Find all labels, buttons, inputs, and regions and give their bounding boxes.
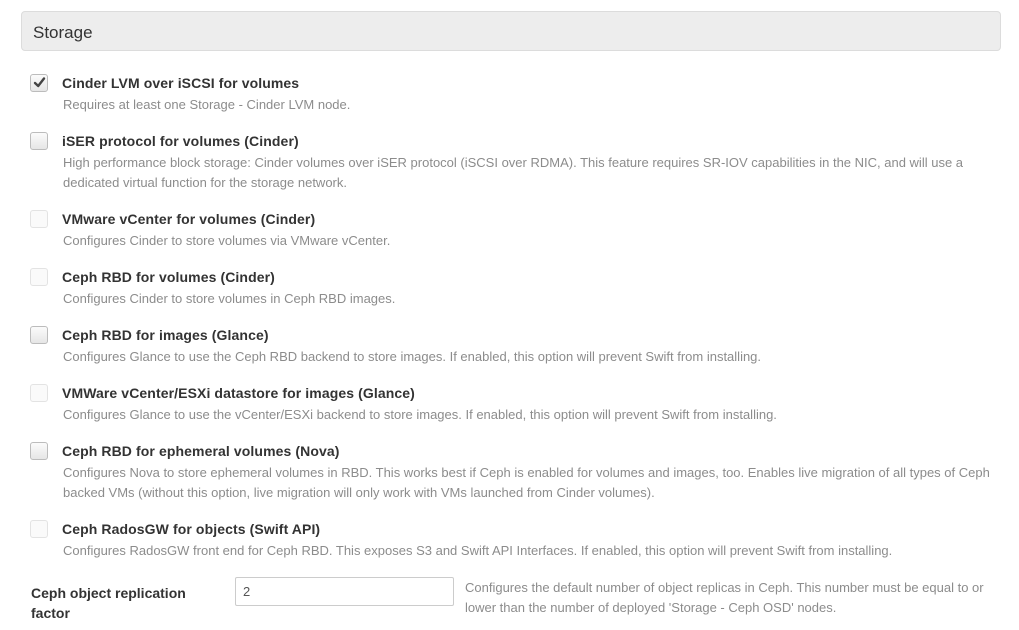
option-label[interactable]: Ceph RadosGW for objects (Swift API) [62,521,320,537]
option-description: Configures RadosGW front end for Ceph RB… [63,543,893,558]
option-label[interactable]: Ceph RBD for volumes (Cinder) [62,269,275,285]
option-label[interactable]: Cinder LVM over iSCSI for volumes [62,75,299,91]
option-checkbox[interactable] [30,326,48,344]
option-label[interactable]: Ceph RBD for ephemeral volumes (Nova) [62,443,340,459]
section-header: Storage [21,11,1001,51]
option-description: Configures Glance to use the vCenter/ESX… [63,407,777,422]
option-checkbox[interactable] [30,132,48,150]
option-description: Configures Cinder to store volumes in Ce… [63,291,396,306]
option-checkbox[interactable] [30,210,48,228]
option-description: Requires at least one Storage - Cinder L… [63,97,351,112]
option-checkbox[interactable] [30,268,48,286]
option-description: High performance block storage: Cinder v… [63,155,964,190]
option-checkbox[interactable] [30,74,48,92]
section-title: Storage [33,23,93,42]
option-label[interactable]: Ceph RBD for images (Glance) [62,327,269,343]
replication-factor-label: Ceph object replication factor [31,585,186,621]
replication-factor-input[interactable] [235,577,454,606]
checkmark-icon [33,77,46,88]
option-description: Configures Glance to use the Ceph RBD ba… [63,349,762,364]
option-label[interactable]: VMWare vCenter/ESXi datastore for images… [62,385,415,401]
option-checkbox[interactable] [30,442,48,460]
option-checkbox[interactable] [30,520,48,538]
option-label[interactable]: iSER protocol for volumes (Cinder) [62,133,299,149]
replication-factor-description: Configures the default number of object … [465,580,984,615]
option-description: Configures Nova to store ephemeral volum… [63,465,990,500]
option-checkbox[interactable] [30,384,48,402]
option-description: Configures Cinder to store volumes via V… [63,233,391,248]
option-label[interactable]: VMware vCenter for volumes (Cinder) [62,211,315,227]
